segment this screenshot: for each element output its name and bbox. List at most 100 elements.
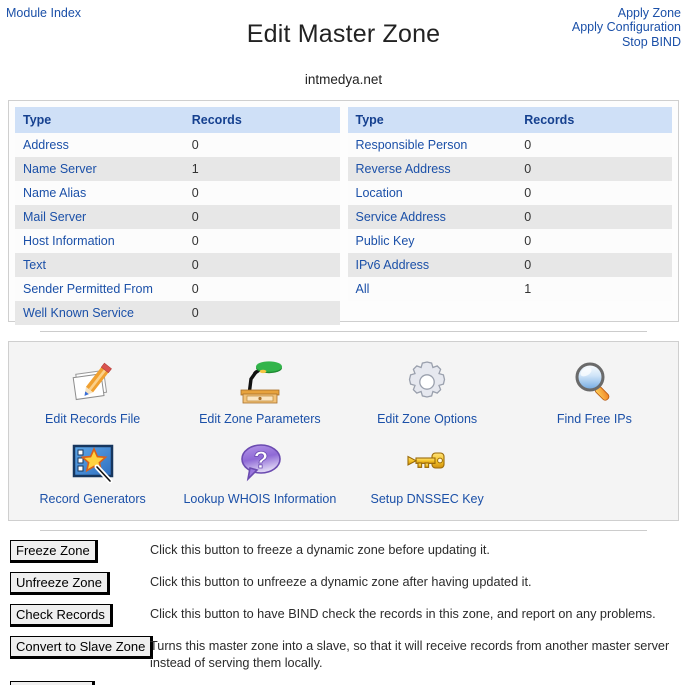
desk-lamp-icon xyxy=(176,356,343,408)
record-count: 1 xyxy=(516,277,672,301)
page-header: Module Index Edit Master Zone Apply Zone… xyxy=(0,0,687,87)
svg-text:?: ? xyxy=(254,447,269,474)
record-type-link[interactable]: Mail Server xyxy=(15,205,184,229)
record-count: 0 xyxy=(183,301,340,325)
key-icon xyxy=(344,436,511,488)
button-cell: Check Records xyxy=(0,604,150,627)
convert-to-slave-zone-button[interactable]: Convert to Slave Zone xyxy=(10,636,154,659)
button-row: Check Records Click this button to have B… xyxy=(0,604,687,627)
zone-actions-panel: Edit Records File Edit Zone Parameters E… xyxy=(8,341,679,521)
record-count: 0 xyxy=(516,157,672,181)
button-row: Unfreeze Zone Click this button to unfree… xyxy=(0,572,687,595)
column-header-type: Type xyxy=(347,107,517,133)
apply-zone-link[interactable]: Apply Zone xyxy=(531,6,681,20)
table-header-row: Type Records xyxy=(347,107,672,133)
column-header-type: Type xyxy=(15,107,184,133)
action-label[interactable]: Lookup WHOIS Information xyxy=(176,492,343,506)
table-row: Name Alias 0 xyxy=(15,181,340,205)
record-count: 0 xyxy=(183,229,340,253)
button-description: Click this button to delete this zone fr… xyxy=(150,681,687,685)
gear-icon xyxy=(344,356,511,408)
module-index-link[interactable]: Module Index xyxy=(6,6,81,20)
icon-row-2: Record Generators ? Lookup WHOIS Informa… xyxy=(9,432,678,512)
zone-name: intmedya.net xyxy=(304,72,383,87)
icon-cell-empty xyxy=(511,432,678,512)
record-type-link[interactable]: IPv6 Address xyxy=(347,253,517,277)
button-row: Convert to Slave Zone Turns this master z… xyxy=(0,636,687,672)
stop-bind-link[interactable]: Stop BIND xyxy=(531,35,681,49)
magnifier-icon xyxy=(511,356,678,408)
action-label[interactable]: Edit Records File xyxy=(9,412,176,426)
action-lookup-whois-information[interactable]: ? Lookup WHOIS Information xyxy=(176,432,343,512)
action-label[interactable]: Record Generators xyxy=(9,492,176,506)
action-edit-zone-parameters[interactable]: Edit Zone Parameters xyxy=(176,352,343,432)
table-row: Public Key 0 xyxy=(347,229,672,253)
button-cell: Delete Zone xyxy=(0,681,150,685)
action-edit-zone-options[interactable]: Edit Zone Options xyxy=(344,352,511,432)
record-type-link[interactable]: Service Address xyxy=(347,205,517,229)
delete-zone-button[interactable]: Delete Zone xyxy=(10,681,95,685)
record-types-table-right: Type Records Responsible Person 0 Reverse … xyxy=(347,107,672,301)
question-bubble-icon: ? xyxy=(176,436,343,488)
record-type-link[interactable]: All xyxy=(347,277,517,301)
table-row: IPv6 Address 0 xyxy=(347,253,672,277)
apply-configuration-link[interactable]: Apply Configuration xyxy=(531,20,681,34)
record-count: 0 xyxy=(516,253,672,277)
button-row: Delete Zone Click this button to delete t… xyxy=(0,681,687,685)
record-count: 0 xyxy=(183,181,340,205)
action-label[interactable]: Edit Zone Options xyxy=(344,412,511,426)
record-type-link[interactable]: Well Known Service xyxy=(15,301,184,325)
record-types-panel: Type Records Address 0 Name Server 1 Name Al… xyxy=(8,100,679,325)
action-setup-dnssec-key[interactable]: Setup DNSSEC Key xyxy=(344,432,511,512)
table-header-row: Type Records xyxy=(15,107,340,133)
record-type-link[interactable]: Address xyxy=(15,133,184,157)
table-row: Name Server 1 xyxy=(15,157,340,181)
table-row: Address 0 xyxy=(15,133,340,157)
action-record-generators[interactable]: Record Generators xyxy=(9,432,176,512)
record-type-link[interactable]: Sender Permitted From xyxy=(15,277,184,301)
button-cell: Convert to Slave Zone xyxy=(0,636,154,659)
table-row: Mail Server 0 xyxy=(15,205,340,229)
button-cell: Unfreeze Zone xyxy=(0,572,150,595)
table-row: Service Address 0 xyxy=(347,205,672,229)
record-types-table-left: Type Records Address 0 Name Server 1 Name Al… xyxy=(15,107,340,325)
action-edit-records-file[interactable]: Edit Records File xyxy=(9,352,176,432)
record-count: 0 xyxy=(183,277,340,301)
check-records-button[interactable]: Check Records xyxy=(10,604,113,627)
record-count: 0 xyxy=(516,229,672,253)
record-type-link[interactable]: Name Alias xyxy=(15,181,184,205)
record-type-link[interactable]: Reverse Address xyxy=(347,157,517,181)
record-type-link[interactable]: Responsible Person xyxy=(347,133,517,157)
column-header-records: Records xyxy=(183,107,340,133)
record-types-table-left-wrapper: Type Records Address 0 Name Server 1 Name Al… xyxy=(15,107,340,325)
record-type-link[interactable]: Name Server xyxy=(15,157,184,181)
section-divider-bottom xyxy=(40,530,647,531)
button-description: Click this button to freeze a dynamic zo… xyxy=(150,543,490,557)
pencil-notes-icon xyxy=(9,356,176,408)
unfreeze-zone-button[interactable]: Unfreeze Zone xyxy=(10,572,110,595)
table-row: Text 0 xyxy=(15,253,340,277)
record-count: 0 xyxy=(183,205,340,229)
zone-buttons-section: Freeze Zone Click this button to freeze a… xyxy=(0,540,687,685)
record-type-link[interactable]: Location xyxy=(347,181,517,205)
table-row: Sender Permitted From 0 xyxy=(15,277,340,301)
button-row: Freeze Zone Click this button to freeze a… xyxy=(0,540,687,563)
action-label[interactable]: Edit Zone Parameters xyxy=(176,412,343,426)
action-find-free-ips[interactable]: Find Free IPs xyxy=(511,352,678,432)
record-type-link[interactable]: Text xyxy=(15,253,184,277)
wizard-wand-icon xyxy=(9,436,176,488)
table-row: Reverse Address 0 xyxy=(347,157,672,181)
table-row: All 1 xyxy=(347,277,672,301)
table-row: Well Known Service 0 xyxy=(15,301,340,325)
record-type-link[interactable]: Public Key xyxy=(347,229,517,253)
table-row: Responsible Person 0 xyxy=(347,133,672,157)
icon-row-1: Edit Records File Edit Zone Parameters E… xyxy=(9,352,678,432)
record-types-table-right-wrapper: Type Records Responsible Person 0 Reverse … xyxy=(347,107,672,315)
action-label[interactable]: Setup DNSSEC Key xyxy=(344,492,511,506)
freeze-zone-button[interactable]: Freeze Zone xyxy=(10,540,98,563)
action-label[interactable]: Find Free IPs xyxy=(511,412,678,426)
section-divider-top xyxy=(40,331,647,332)
record-count: 0 xyxy=(516,205,672,229)
record-type-link[interactable]: Host Information xyxy=(15,229,184,253)
button-description: Click this button to have BIND check the… xyxy=(150,607,656,621)
